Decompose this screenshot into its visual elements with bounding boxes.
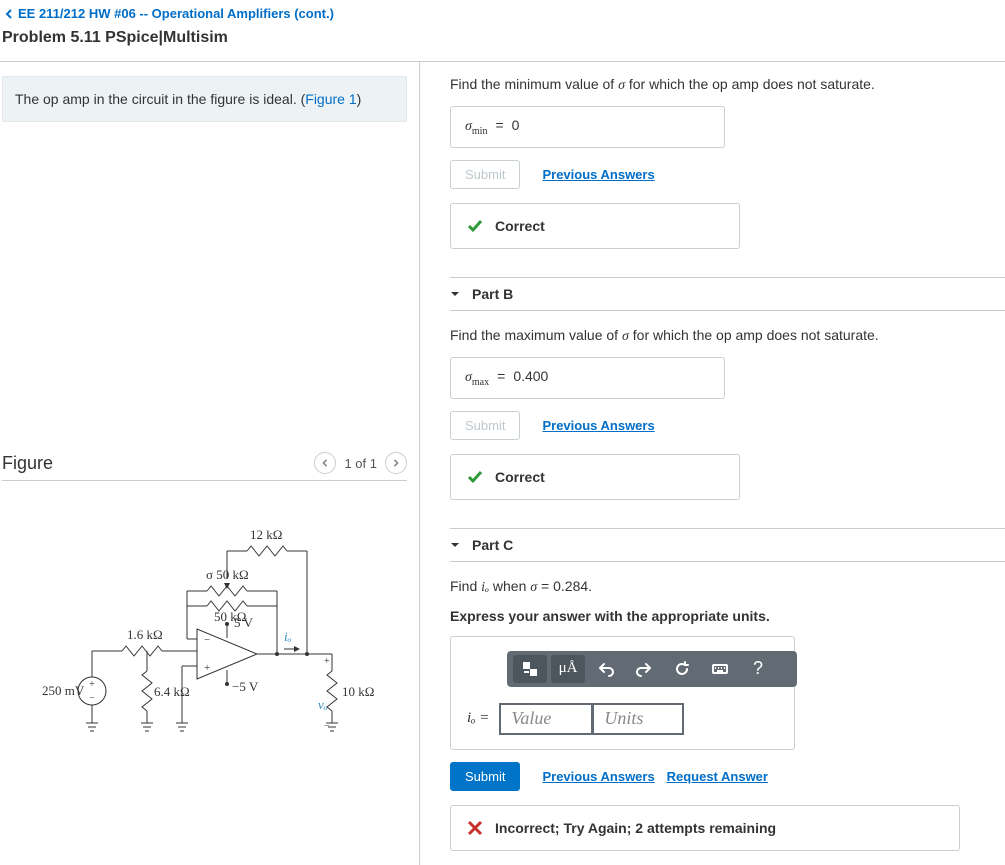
checkmark-icon [467,218,483,234]
part-c-question: Find iₒ when σ = 0.284. [450,578,1005,596]
part-c-input-panel: μÅ ? iₒ = Value [450,636,795,750]
svg-text:−: − [89,693,95,704]
figure-prev-button[interactable] [314,452,336,474]
part-c-lhs: iₒ = [467,710,489,727]
part-a-question: Find the minimum value of σ for which th… [450,76,1005,94]
part-a-status: Correct [450,203,740,249]
keyboard-tool[interactable] [703,655,737,683]
figure-pager: 1 of 1 [314,452,407,474]
keyboard-icon [712,661,728,677]
answer-toolbar: μÅ ? [507,651,797,687]
circuit-figure: + − 250 mV 1.6 kΩ 6.4 kΩ − [2,511,407,754]
part-c-submit-button[interactable]: Submit [450,762,520,791]
figure-label: Figure [2,453,53,474]
part-c-instruction: Express your answer with the appropriate… [450,608,1005,624]
part-b-header[interactable]: Part B [450,277,1005,311]
svg-text:+: + [324,656,330,667]
svg-text:12 kΩ: 12 kΩ [250,527,282,542]
x-icon [467,820,483,836]
part-c-previous-link[interactable]: Previous Answers [542,769,654,784]
svg-text:6.4 kΩ: 6.4 kΩ [154,684,190,699]
svg-text:250 mV: 250 mV [42,683,85,698]
redo-tool[interactable] [627,655,661,683]
svg-text:10 kΩ: 10 kΩ [342,684,374,699]
caret-down-icon [450,289,460,299]
part-a-submit-button[interactable]: Submit [450,160,520,189]
request-answer-link[interactable]: Request Answer [667,769,768,784]
caret-down-icon [450,540,460,550]
reset-icon [674,661,690,677]
back-link-label: EE 211/212 HW #06 -- Operational Amplifi… [18,6,334,21]
figure-link[interactable]: Figure 1 [305,91,356,107]
part-c-error: Incorrect; Try Again; 2 attempts remaini… [450,805,960,851]
template-tool[interactable] [513,655,547,683]
units-tool[interactable]: μÅ [551,655,585,683]
svg-text:+: + [204,662,210,674]
part-a-previous-link[interactable]: Previous Answers [542,167,654,182]
intro-text-before: The op amp in the circuit in the figure … [15,91,305,107]
part-a-value: 0 [512,117,520,133]
part-a-answer-box: σmin = 0 [450,106,725,148]
part-b-value: 0.400 [513,368,548,384]
part-c-header[interactable]: Part C [450,528,1005,562]
svg-text:−5 V: −5 V [232,679,259,694]
svg-text:+: + [89,679,95,690]
checkmark-icon [467,469,483,485]
reset-tool[interactable] [665,655,699,683]
intro-text-after: ) [357,91,362,107]
part-b-question: Find the maximum value of σ for which th… [450,327,1005,345]
svg-text:iₒ: iₒ [284,629,292,644]
svg-text:50 kΩ: 50 kΩ [214,609,246,624]
intro-box: The op amp in the circuit in the figure … [2,76,407,122]
part-b-answer-box: σmax = 0.400 [450,357,725,399]
figure-next-button[interactable] [385,452,407,474]
value-input[interactable]: Value [499,703,594,735]
figure-pager-label: 1 of 1 [344,456,377,471]
undo-icon [598,661,614,677]
units-input[interactable]: Units [594,703,684,735]
back-link[interactable]: EE 211/212 HW #06 -- Operational Amplifi… [0,0,1005,23]
svg-text:−: − [204,634,210,646]
part-b-previous-link[interactable]: Previous Answers [542,418,654,433]
undo-tool[interactable] [589,655,623,683]
redo-icon [636,661,652,677]
svg-text:vₒ: vₒ [318,697,328,712]
svg-text:1.6 kΩ: 1.6 kΩ [127,627,163,642]
part-b-status: Correct [450,454,740,500]
problem-title: Problem 5.11 PSpice|Multisim [2,29,1005,47]
part-b-submit-button[interactable]: Submit [450,411,520,440]
help-tool[interactable]: ? [741,655,775,683]
chevron-left-icon [4,9,14,19]
